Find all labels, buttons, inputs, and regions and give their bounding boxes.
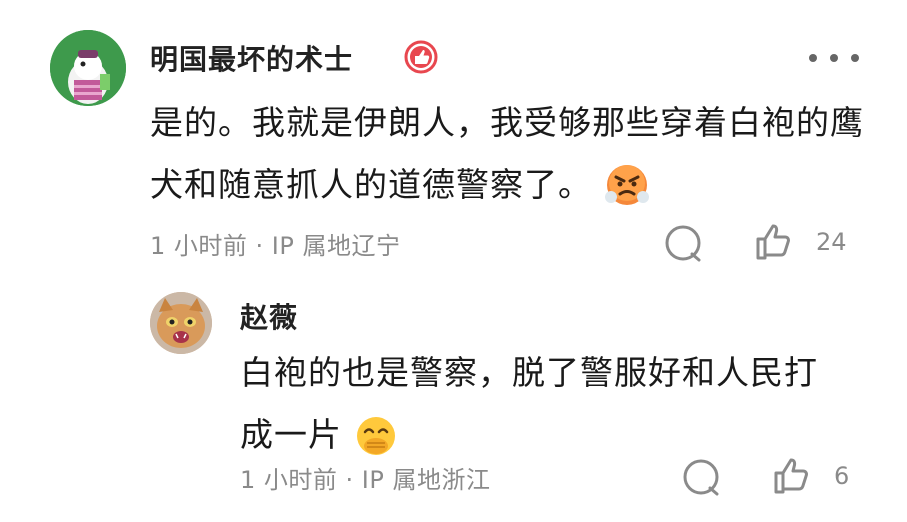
comment-meta: 1 小时前 · IP 属地辽宁	[150, 232, 401, 260]
angry-face-icon	[604, 156, 650, 218]
thumbs-up-badge-icon	[404, 40, 438, 74]
commenter-avatar[interactable]	[50, 30, 126, 106]
like-count: 24	[816, 228, 847, 256]
more-dots-icon[interactable]	[806, 50, 862, 64]
reply-text: 白袍的也是警察，脱了警服好和人民打成一片	[240, 342, 840, 468]
like-icon[interactable]	[752, 220, 796, 264]
replier-avatar[interactable]	[150, 292, 212, 354]
reply-like-icon[interactable]	[770, 454, 814, 498]
reply-meta: 1 小时前 · IP 属地浙江	[240, 466, 491, 494]
reply-reply-icon[interactable]	[680, 456, 724, 500]
reply-comment-icon[interactable]	[662, 222, 706, 266]
reply-text-content: 白袍的也是警察，脱了警服好和人民打成一片	[240, 353, 818, 454]
comment-text: 是的。我就是伊朗人，我受够那些穿着白袍的鹰犬和随意抓人的道德警察了。	[150, 92, 870, 218]
replier-name[interactable]: 赵薇	[240, 296, 298, 336]
commenter-name[interactable]: 明国最坏的术士	[150, 38, 353, 78]
reply-like-count: 6	[834, 462, 850, 490]
face-with-hand-over-mouth-icon	[354, 406, 398, 468]
comment-text-content: 是的。我就是伊朗人，我受够那些穿着白袍的鹰犬和随意抓人的道德警察了。	[150, 103, 864, 204]
